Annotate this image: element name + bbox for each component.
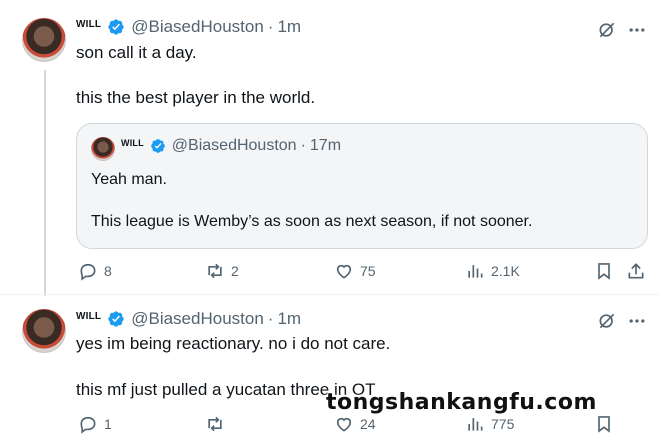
separator-dot: ·	[300, 137, 306, 154]
tweet-text-line: son call it a day.	[76, 43, 197, 62]
grok-icon[interactable]	[597, 311, 617, 331]
timestamp[interactable]: 1m	[277, 309, 301, 329]
verified-badge-icon	[150, 139, 165, 153]
bookmark-button[interactable]	[594, 261, 614, 281]
separator-dot: ·	[267, 309, 274, 328]
tweet-header: WILL @BiasedHouston · 1m	[76, 17, 301, 37]
bookmark-icon	[598, 416, 610, 433]
thread-connector	[44, 70, 46, 296]
quoted-tweet[interactable]: WILL @BiasedHouston · 17m Yeah man. This…	[76, 123, 648, 249]
tweet-text-line: this the best player in the world.	[76, 88, 316, 107]
quoted-text-line: This league is Wemby’s as soon as next s…	[91, 213, 533, 230]
display-name[interactable]: WILL	[76, 311, 101, 322]
bookmark-icon	[598, 263, 610, 280]
bookmark-button[interactable]	[594, 414, 614, 434]
reply-count: 8	[104, 263, 112, 279]
like-button[interactable]: 24	[334, 414, 376, 434]
views-button[interactable]: 2.1K	[465, 261, 520, 281]
tweet-2[interactable]: WILL @BiasedHouston · 1m yes im being re…	[0, 294, 660, 446]
analytics-icon	[468, 265, 483, 278]
reply-icon	[80, 416, 96, 434]
separator-dot: ·	[267, 17, 274, 36]
quoted-display-name: WILL	[121, 138, 144, 148]
quoted-username: @BiasedHouston	[171, 137, 297, 154]
analytics-icon	[468, 418, 483, 431]
repost-count: 2	[231, 263, 239, 279]
timestamp[interactable]: 1m	[277, 17, 301, 37]
views-button[interactable]: 775	[465, 414, 514, 434]
grok-icon[interactable]	[597, 20, 617, 40]
quoted-text-line: Yeah man.	[91, 171, 167, 188]
like-button[interactable]: 75	[334, 261, 376, 281]
quoted-timestamp: 17m	[309, 137, 342, 154]
repost-button[interactable]	[205, 414, 231, 434]
view-count: 775	[491, 416, 515, 432]
heart-icon	[336, 264, 352, 279]
reply-button[interactable]: 8	[78, 261, 112, 281]
repost-button[interactable]: 2	[205, 261, 239, 281]
verified-badge-icon	[108, 19, 124, 35]
like-count: 75	[360, 263, 376, 279]
quoted-avatar	[91, 137, 115, 161]
tweet-header: WILL @BiasedHouston · 1m	[76, 309, 301, 329]
avatar[interactable]	[22, 18, 66, 62]
watermark: tongshankangfu.com	[326, 390, 597, 415]
reply-button[interactable]: 1	[78, 414, 112, 434]
tweet-text-line: yes im being reactionary. no i do not ca…	[76, 334, 391, 353]
reply-count: 1	[104, 416, 112, 432]
share-button[interactable]	[626, 261, 646, 281]
view-count: 2.1K	[491, 263, 520, 279]
reply-icon	[80, 263, 96, 281]
more-options-icon[interactable]	[627, 311, 647, 331]
avatar[interactable]	[22, 309, 66, 353]
username[interactable]: @BiasedHouston	[131, 17, 264, 37]
more-options-icon[interactable]	[627, 20, 647, 40]
tweet-1[interactable]: WILL @BiasedHouston · 1m son call it a d…	[0, 0, 660, 296]
repost-icon	[208, 416, 222, 432]
repost-icon	[208, 263, 222, 279]
share-icon	[628, 263, 644, 279]
quoted-tweet-header: WILL @BiasedHouston · 17m	[121, 137, 341, 155]
heart-icon	[336, 417, 352, 432]
display-name[interactable]: WILL	[76, 19, 101, 30]
username[interactable]: @BiasedHouston	[131, 309, 264, 329]
like-count: 24	[360, 416, 376, 432]
verified-badge-icon	[108, 311, 124, 327]
